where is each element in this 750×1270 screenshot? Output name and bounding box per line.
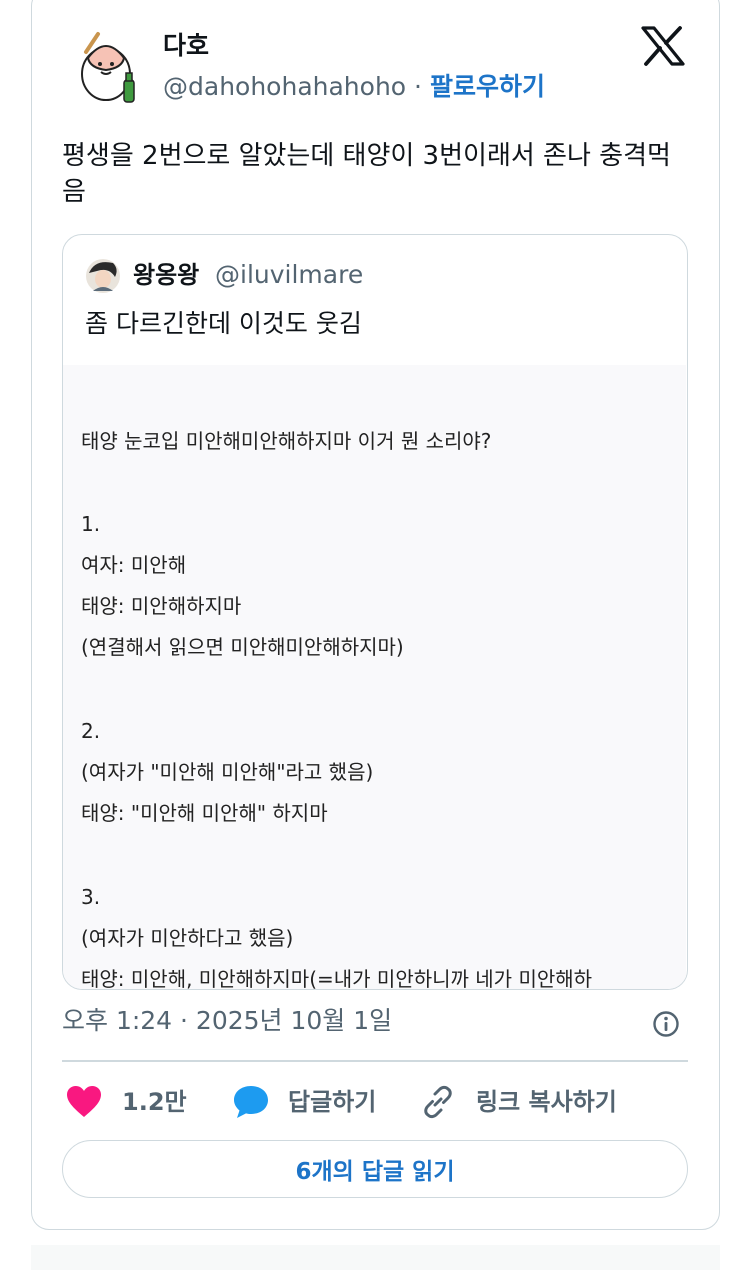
like-button[interactable]: 1.2만 <box>66 1082 187 1122</box>
author-name[interactable]: 다호 <box>163 30 209 62</box>
image-text-line: 여자: 미안해 <box>81 553 187 577</box>
heart-icon <box>67 1086 101 1117</box>
author-avatar[interactable] <box>70 28 150 108</box>
info-icon[interactable] <box>652 1010 680 1038</box>
author-handle[interactable]: @dahohohahahoho <box>163 72 406 101</box>
link-icon <box>424 1085 452 1119</box>
image-text-line: (여자가 "미안해 미안해"라고 했음) <box>81 760 374 784</box>
quoted-author-handle[interactable]: @iluvilmare <box>215 259 363 291</box>
image-text-line: (연결해서 읽으면 미안해미안해하지마) <box>81 635 404 659</box>
image-text-line: 1. <box>81 512 101 536</box>
tweet-text-line: 음 <box>62 177 86 207</box>
read-replies-button[interactable]: 6개의 답글 읽기 <box>62 1140 688 1198</box>
image-text-line: 2. <box>81 719 101 743</box>
speech-bubble-icon <box>234 1086 268 1118</box>
x-logo-icon[interactable] <box>641 26 685 66</box>
tweet-text-line: 평생을 2번으로 알았는데 태양이 3번이래서 존나 충격먹 <box>62 141 671 171</box>
image-text-line: 태양 눈코입 미안해미안해하지마 이거 뭔 소리야? <box>81 429 492 453</box>
tweet-text: 평생을 2번으로 알았는데 태양이 3번이래서 존나 충격먹 음 <box>62 138 692 210</box>
author-handle-line: @dahohohahahoho · 팔로우하기 <box>163 70 545 104</box>
image-text-line: 3. <box>81 885 101 909</box>
image-text-line: (여자가 미안하다고 했음) <box>81 926 294 950</box>
copy-link-label: 링크 복사하기 <box>476 1088 617 1116</box>
follow-button[interactable]: 팔로우하기 <box>430 72 545 101</box>
image-text-line: 태양: 미안해하지마 <box>81 594 242 618</box>
copy-link-button[interactable]: 링크 복사하기 <box>420 1082 617 1122</box>
tweet-timestamp[interactable]: 오후 1:24 · 2025년 10월 1일 <box>62 1004 392 1038</box>
page-background-strip <box>31 1245 720 1270</box>
quoted-author-name[interactable]: 왕옹왕 <box>133 259 199 291</box>
quoted-author-avatar[interactable] <box>85 257 121 295</box>
separator-dot: · <box>414 72 422 101</box>
image-text-line: 태양: 미안해, 미안해하지마(=내가 미안하니까 네가 미안해하 <box>81 967 593 990</box>
like-count: 1.2만 <box>122 1088 187 1116</box>
divider <box>62 1060 688 1062</box>
reply-label: 답글하기 <box>288 1088 377 1116</box>
image-text-line: 태양: "미안해 미안해" 하지마 <box>81 801 328 825</box>
reply-button[interactable]: 답글하기 <box>232 1082 376 1122</box>
quoted-tweet[interactable]: 왕옹왕 @iluvilmare 좀 다르긴한데 이것도 웃김 태양 눈코입 미안… <box>62 234 688 990</box>
quoted-tweet-text: 좀 다르긴한데 이것도 웃김 <box>85 309 362 338</box>
quoted-tweet-image[interactable]: 태양 눈코입 미안해미안해하지마 이거 뭔 소리야? 1. 여자: 미안해 태양… <box>63 365 686 990</box>
